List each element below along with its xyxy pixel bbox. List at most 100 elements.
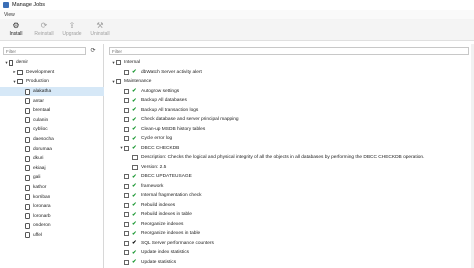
installed-check-icon: ✔ xyxy=(132,259,137,266)
job-checkbox[interactable] xyxy=(124,183,129,189)
database-item[interactable]: uffel xyxy=(0,231,104,241)
job-row[interactable]: ✔ Backup All transaction logs xyxy=(107,106,474,116)
upgrade-button[interactable]: ⇪ Upgrade xyxy=(58,19,86,39)
database-item[interactable]: alakatha xyxy=(0,86,104,97)
refresh-icon[interactable]: ⟳ xyxy=(89,47,97,55)
job-row[interactable]: ✔ dbWatch Server activity alert xyxy=(107,68,474,78)
database-item[interactable]: daesocha xyxy=(0,135,104,145)
uninstall-button[interactable]: ⚒ Uninstall xyxy=(86,19,114,39)
left-filter-row: ⟳ xyxy=(3,47,97,55)
database-item[interactable]: culanin xyxy=(0,116,104,126)
job-row[interactable]: ✔ SQL Server performance counters xyxy=(107,239,474,249)
job-label: Rebuild indexes xyxy=(141,202,176,208)
uninstall-label: Uninstall xyxy=(90,31,110,37)
job-checkbox[interactable] xyxy=(124,231,129,237)
job-row[interactable]: ✔ Reorganize indexes xyxy=(107,220,474,230)
left-filter-input[interactable] xyxy=(3,47,86,55)
job-row[interactable]: ✔ Clean-up MSDB history tables xyxy=(107,125,474,135)
job-checkbox[interactable] xyxy=(124,69,129,75)
job-row[interactable]: ✔ Internal fragmentation check xyxy=(107,191,474,201)
database-item[interactable]: loronara xyxy=(0,202,104,212)
job-row[interactable]: ✔ Backup All databases xyxy=(107,96,474,106)
right-filter-input[interactable] xyxy=(109,47,469,55)
job-label: Reorganize indexes xyxy=(141,221,184,227)
job-label: SQL Server performance counters xyxy=(141,240,214,246)
database-item[interactable]: loronarb xyxy=(0,212,104,222)
database-icon xyxy=(25,174,30,181)
job-checkbox[interactable] xyxy=(124,212,129,218)
job-row[interactable]: ✔ Rebuild indexes in table xyxy=(107,210,474,220)
tree-item-label: onderon xyxy=(33,223,51,229)
job-detail-row[interactable]: Description: Checks the logical and phys… xyxy=(107,153,474,163)
database-icon xyxy=(25,98,30,105)
job-checkbox[interactable] xyxy=(124,221,129,227)
window-title: Manage Jobs xyxy=(12,2,46,8)
folder-item[interactable]: ▾ Production xyxy=(0,77,104,87)
job-row[interactable]: ▾ ✔ DBCC CHECKDB xyxy=(107,144,474,154)
job-checkbox[interactable] xyxy=(124,117,129,123)
job-checkbox[interactable] xyxy=(124,98,129,104)
job-row[interactable]: ✔ Autogrow settings xyxy=(107,87,474,97)
job-row[interactable]: ✔ Cycle error log xyxy=(107,134,474,144)
database-item[interactable]: korriban xyxy=(0,192,104,202)
job-row[interactable]: ✔ Update statistics xyxy=(107,258,474,268)
job-checkbox[interactable] xyxy=(124,174,129,180)
job-group-row[interactable]: ▾ Maintenance xyxy=(107,77,474,87)
server-item[interactable]: ▾ demir xyxy=(0,58,104,68)
menu-view[interactable]: View xyxy=(4,12,15,18)
job-group-row[interactable]: ▾ Internal xyxy=(107,58,474,68)
tree-item-label: loronarb xyxy=(33,213,51,219)
job-checkbox[interactable] xyxy=(124,193,129,199)
database-item[interactable]: kathor xyxy=(0,183,104,193)
job-row[interactable]: ✔ Check database and server principal map… xyxy=(107,115,474,125)
tree-item-label: kathor xyxy=(33,185,47,191)
job-checkbox[interactable] xyxy=(124,136,129,142)
job-label: Clean-up MSDB history tables xyxy=(141,126,206,132)
folder-item[interactable]: ▸ Development xyxy=(0,68,104,78)
job-row[interactable]: ✔ framework xyxy=(107,182,474,192)
tree-item-label: daesocha xyxy=(33,137,54,143)
database-item[interactable]: ekiaaj xyxy=(0,164,104,174)
install-button[interactable]: ⚙ Install xyxy=(2,19,30,39)
tree-item-label: culanin xyxy=(33,117,49,123)
job-label: framework xyxy=(141,183,164,189)
database-icon xyxy=(25,213,30,220)
database-item[interactable]: onderon xyxy=(0,221,104,231)
job-checkbox[interactable] xyxy=(124,259,129,265)
job-checkbox[interactable] xyxy=(124,88,129,94)
job-checkbox[interactable] xyxy=(124,126,129,132)
tree-item-label: alakatha xyxy=(33,89,52,95)
database-item[interactable]: antar xyxy=(0,96,104,106)
job-detail-row[interactable]: Version: 2.5 xyxy=(107,163,474,173)
installed-check-icon: ✔ xyxy=(132,116,137,123)
job-checkbox[interactable] xyxy=(116,60,121,66)
toolbar: ⚙ Install ⟳ Reinstall ⇪ Upgrade ⚒ Uninst… xyxy=(0,19,474,41)
job-row[interactable]: ✔ DBCC UPDATEUSAGE xyxy=(107,172,474,182)
job-checkbox[interactable] xyxy=(124,145,129,151)
job-checkbox[interactable] xyxy=(124,202,129,208)
job-label: Check database and server principal mapp… xyxy=(141,117,239,123)
job-checkbox[interactable] xyxy=(124,250,129,256)
database-item[interactable]: dkuri xyxy=(0,154,104,164)
install-label: Install xyxy=(9,31,23,37)
database-item[interactable]: dorumaa xyxy=(0,144,104,154)
reinstall-button[interactable]: ⟳ Reinstall xyxy=(30,19,58,39)
job-row[interactable]: ✔ Update index statistics xyxy=(107,248,474,258)
installed-check-icon: ✔ xyxy=(132,97,137,104)
database-item[interactable]: gali xyxy=(0,173,104,183)
job-checkbox[interactable] xyxy=(124,107,129,113)
tree-item-label: cyblioc xyxy=(33,127,48,133)
database-item[interactable]: brentaal xyxy=(0,106,104,116)
database-icon xyxy=(25,194,30,201)
job-row[interactable]: ✔ Reorganize indexes in table xyxy=(107,229,474,239)
database-icon xyxy=(25,184,30,191)
tree-item-label: Development xyxy=(26,69,55,75)
job-checkbox[interactable] xyxy=(116,79,121,85)
reinstall-label: Reinstall xyxy=(34,31,54,37)
database-item[interactable]: cyblioc xyxy=(0,125,104,135)
tree-item-label: demir xyxy=(16,60,28,66)
job-label: Version: 2.5 xyxy=(141,164,167,170)
installed-check-icon: ✔ xyxy=(132,211,137,218)
job-checkbox[interactable] xyxy=(124,240,129,246)
job-row[interactable]: ✔ Rebuild indexes xyxy=(107,201,474,211)
